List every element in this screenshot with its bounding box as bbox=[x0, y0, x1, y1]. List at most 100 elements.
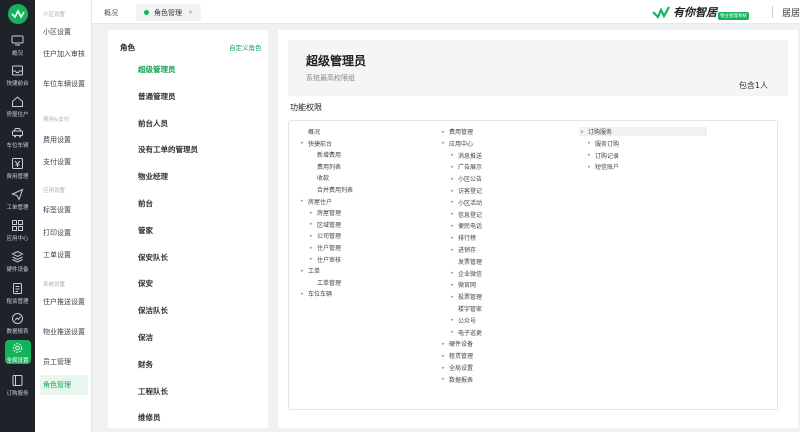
submenu-item[interactable]: 物业推送设置 bbox=[40, 328, 88, 337]
permission-node[interactable]: ▸ 硬件设备 bbox=[442, 339, 473, 349]
rail-item-rent[interactable]: 租赁管理 bbox=[0, 280, 35, 310]
caret-right-icon[interactable]: ▸ bbox=[588, 152, 595, 158]
permission-node[interactable]: ▸ 公众号 bbox=[451, 316, 476, 325]
permission-node[interactable]: ▸ 排行榜 bbox=[451, 233, 476, 243]
submenu-item[interactable]: 工单设置 bbox=[40, 251, 88, 260]
member-count[interactable]: 包含1人 bbox=[739, 80, 768, 91]
close-icon[interactable]: ✕ bbox=[188, 9, 193, 16]
caret-right-icon[interactable]: ▸ bbox=[442, 140, 449, 146]
caret-right-icon[interactable]: ▸ bbox=[310, 210, 317, 216]
caret-right-icon[interactable]: ▸ bbox=[451, 235, 458, 241]
permission-node[interactable]: ▸ 广告展示 bbox=[451, 162, 482, 172]
rail-item-apps[interactable]: 应用中心 bbox=[0, 217, 35, 247]
caret-right-icon[interactable]: ▸ bbox=[451, 211, 458, 217]
permission-node[interactable]: ▸ 小区活动 bbox=[451, 198, 482, 207]
caret-right-icon[interactable]: ▸ bbox=[301, 268, 308, 274]
permission-node[interactable]: ▸ 投票管理 bbox=[451, 292, 482, 302]
caret-right-icon[interactable]: ▸ bbox=[310, 233, 317, 239]
caret-right-icon[interactable]: ▸ bbox=[588, 140, 595, 146]
caret-right-icon[interactable]: ▸ bbox=[451, 282, 458, 288]
role-list-item[interactable]: 财务 bbox=[138, 359, 153, 370]
permission-node[interactable]: ▸ 服务订购 bbox=[588, 139, 619, 148]
caret-right-icon[interactable]: ▸ bbox=[451, 294, 458, 300]
permission-node[interactable]: ▸ 短信账户 bbox=[588, 162, 619, 172]
permission-node[interactable]: ▸ 房屋管理 bbox=[310, 208, 341, 218]
permission-node[interactable]: ▸ 费用管理 bbox=[442, 127, 473, 137]
role-list-item[interactable]: 维修员 bbox=[138, 412, 161, 423]
caret-right-icon[interactable]: ▸ bbox=[451, 164, 458, 170]
permission-node[interactable]: ▸ 工单 bbox=[301, 266, 320, 276]
permission-node[interactable]: ▸ 住户管理 bbox=[310, 243, 341, 253]
submenu-item[interactable]: 住户推送设置 bbox=[40, 298, 88, 307]
permission-node[interactable]: ▸ 便民电话 bbox=[451, 221, 482, 231]
permission-node[interactable]: ▸ 车位车辆 bbox=[301, 289, 332, 299]
permission-node[interactable]: ▸ 租赁管理 bbox=[442, 351, 473, 361]
permission-node[interactable]: ▸ 公司管理 bbox=[310, 231, 341, 241]
caret-right-icon[interactable]: ▸ bbox=[310, 245, 317, 251]
caret-right-icon[interactable]: ▸ bbox=[451, 270, 458, 276]
permission-node[interactable]: ▸ 区域管理 bbox=[310, 220, 341, 229]
permission-node[interactable]: 收款 bbox=[310, 173, 329, 182]
role-list-item[interactable]: 保安 bbox=[138, 278, 153, 289]
caret-right-icon[interactable]: ▸ bbox=[451, 329, 458, 335]
caret-right-icon[interactable]: ▸ bbox=[451, 223, 458, 229]
submenu-item[interactable]: 支付设置 bbox=[40, 158, 88, 167]
caret-right-icon[interactable]: ▸ bbox=[301, 140, 308, 146]
caret-right-icon[interactable]: ▸ bbox=[442, 365, 449, 371]
permission-node[interactable]: ▸ 订购记录 bbox=[588, 151, 619, 160]
rail-item-report[interactable]: 数据报表 bbox=[0, 310, 35, 340]
permission-node[interactable]: 发票管理 bbox=[451, 257, 482, 266]
permission-node[interactable]: ▸ 访客登记 bbox=[451, 186, 482, 196]
role-list-item[interactable]: 前台 bbox=[138, 198, 153, 209]
permission-node[interactable]: ▸ 快捷前台 bbox=[301, 139, 332, 148]
rail-item-overview[interactable]: 概况 bbox=[0, 32, 35, 62]
rail-item-house[interactable]: 房屋住户 bbox=[0, 93, 35, 123]
submenu-item[interactable]: 员工管理 bbox=[40, 358, 88, 367]
permission-node[interactable]: ▸ 全局设置 bbox=[442, 363, 473, 373]
user-menu[interactable]: 居居圈0829 - bbox=[782, 6, 800, 19]
permission-node[interactable]: 工单管理 bbox=[310, 278, 341, 287]
rail-item-hardware[interactable]: 硬件设备 bbox=[0, 248, 35, 278]
submenu-item[interactable]: 费用设置 bbox=[40, 136, 88, 145]
tab-role-management[interactable]: 角色管理 ✕ bbox=[136, 4, 201, 21]
rail-item-settings[interactable]: 全局设置 bbox=[0, 340, 35, 370]
submenu-item[interactable]: 标签设置 bbox=[40, 206, 88, 215]
caret-right-icon[interactable]: ▸ bbox=[451, 176, 458, 182]
permission-node[interactable]: ▸ 企业微信 bbox=[451, 269, 482, 278]
role-list-item[interactable]: 超级管理员 bbox=[138, 64, 176, 75]
role-list-item[interactable]: 普通管理员 bbox=[138, 91, 176, 102]
caret-right-icon[interactable]: ▸ bbox=[310, 256, 317, 262]
permission-node[interactable]: 合并费用列表 bbox=[310, 185, 353, 194]
permission-node[interactable]: ▸ 小区公告 bbox=[451, 174, 482, 184]
caret-right-icon[interactable]: ▸ bbox=[451, 152, 458, 158]
caret-right-icon[interactable]: ▸ bbox=[442, 129, 449, 135]
permission-node[interactable]: ▸ 应用中心 bbox=[442, 139, 473, 148]
caret-right-icon[interactable]: ▸ bbox=[451, 188, 458, 194]
submenu-item[interactable]: 住户加入审核 bbox=[40, 50, 88, 59]
caret-right-icon[interactable]: ▸ bbox=[588, 164, 595, 170]
caret-right-icon[interactable]: ▸ bbox=[442, 341, 449, 347]
caret-right-icon[interactable]: ▸ bbox=[451, 247, 458, 253]
rail-item-front[interactable]: 快捷前台 bbox=[0, 62, 35, 92]
permission-node[interactable]: ▸ 订购服务 bbox=[579, 127, 707, 136]
role-list-item[interactable]: 保安队长 bbox=[138, 252, 168, 263]
permission-node[interactable]: 新增费用 bbox=[310, 150, 341, 159]
permission-node[interactable]: ▸ 房屋住户 bbox=[301, 197, 332, 206]
permission-node[interactable]: ▸ 信息登记 bbox=[451, 210, 482, 219]
role-list-item[interactable]: 前台人员 bbox=[138, 118, 168, 129]
permission-node[interactable]: ▸ 数据报表 bbox=[442, 375, 473, 384]
rail-item-orders[interactable]: 订购服务 bbox=[0, 372, 35, 402]
permission-node[interactable]: ▸ 电子巡更 bbox=[451, 328, 482, 337]
submenu-item[interactable]: 角色管理 bbox=[40, 375, 88, 395]
caret-right-icon[interactable]: ▸ bbox=[451, 317, 458, 323]
permission-node[interactable]: ▸ 微官网 bbox=[451, 280, 476, 290]
rail-item-parking[interactable]: 车位车辆 bbox=[0, 124, 35, 154]
rail-item-work[interactable]: 工单管理 bbox=[0, 186, 35, 216]
role-list-item[interactable]: 没有工单的管理员 bbox=[138, 144, 198, 155]
caret-right-icon[interactable]: ▸ bbox=[442, 376, 449, 382]
permission-node[interactable]: 概况 bbox=[301, 127, 320, 136]
role-list-item[interactable]: 管家 bbox=[138, 225, 153, 236]
caret-right-icon[interactable]: ▸ bbox=[442, 353, 449, 359]
tab-overview[interactable]: 概况 bbox=[104, 4, 118, 21]
caret-right-icon[interactable]: ▸ bbox=[581, 129, 588, 135]
